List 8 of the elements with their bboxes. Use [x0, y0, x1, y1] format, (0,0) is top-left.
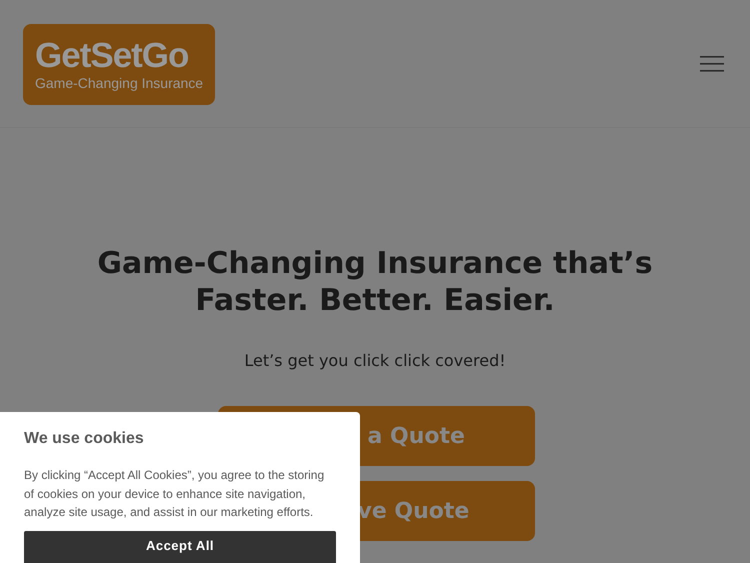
logo-tagline: Game-Changing Insurance — [35, 75, 204, 91]
headline: Game-Changing Insurance that’s Faster. Better. Easier. — [97, 245, 653, 319]
menu-icon[interactable] — [700, 54, 724, 74]
logo[interactable]: GetSetGo Game-Changing Insurance — [23, 24, 215, 104]
accept-all-button[interactable]: Accept All — [24, 530, 336, 563]
subtitle: Let’s get you click click covered! — [244, 351, 506, 370]
cookie-title: We use cookies — [24, 430, 145, 448]
logo-name: GetSetGo — [35, 37, 190, 75]
